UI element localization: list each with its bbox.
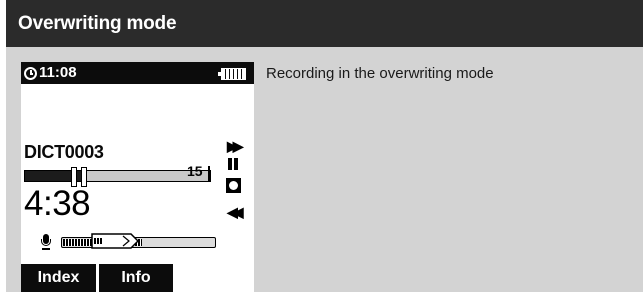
panel: Overwriting mode Recording in the overwr… [6, 0, 643, 292]
status-bar: 11:08 [21, 62, 254, 84]
recording-progress-bar [24, 167, 211, 187]
elapsed-time: 4:38 [24, 184, 91, 223]
microphone-icon [41, 234, 51, 252]
device-screen: 11:08 DICT0003 15 4:38 ▶▶ ◀◀ Index Info [21, 62, 254, 292]
page-title: Overwriting mode [18, 13, 177, 34]
battery-icon [218, 68, 246, 80]
pause-icon [227, 158, 239, 170]
file-name: DICT0003 [24, 142, 104, 162]
description-text: Recording in the overwriting mode [266, 65, 494, 82]
index-count: 15 [187, 163, 203, 179]
fast-forward-icon: ▶▶ [227, 138, 243, 154]
clock-time: 11:08 [39, 64, 77, 81]
clock-icon [24, 67, 37, 80]
header-bar: Overwriting mode [6, 0, 643, 47]
softkey-bar: Index Info [21, 264, 254, 292]
softkey-info[interactable]: Info [99, 264, 173, 292]
rewind-icon: ◀◀ [227, 204, 243, 220]
softkey-index[interactable]: Index [21, 264, 96, 292]
progress-end-mark [205, 166, 210, 182]
level-indicator [91, 233, 139, 249]
record-icon [226, 178, 241, 193]
